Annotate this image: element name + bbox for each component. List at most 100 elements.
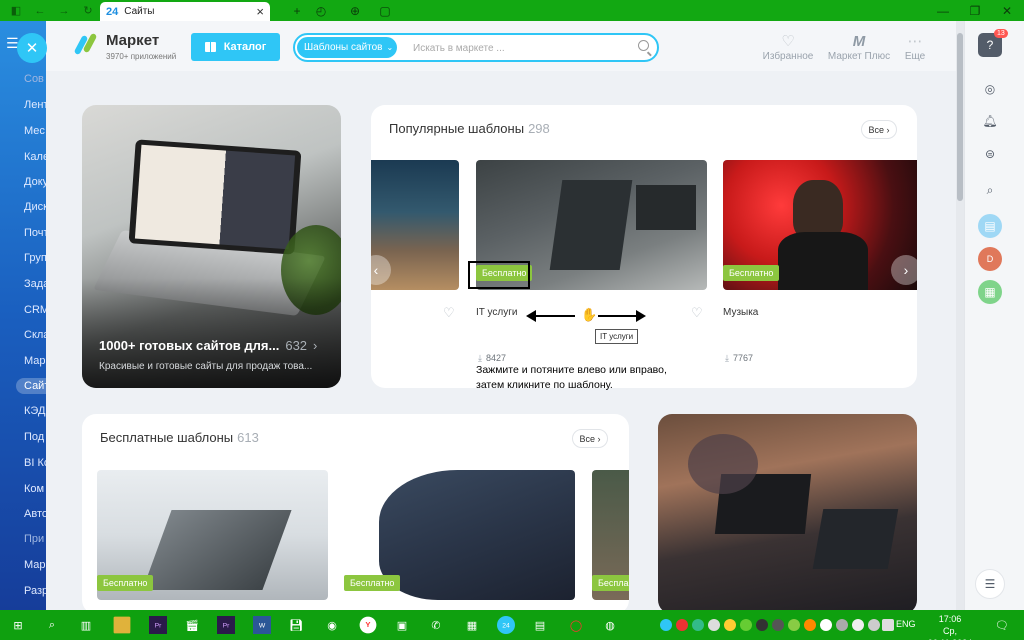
carousel-right-arrow[interactable]: › (891, 255, 917, 285)
template-thumb-partial[interactable]: Беспла (592, 470, 629, 600)
sidebar-item-5[interactable]: Диск (24, 201, 46, 213)
notes-icon[interactable]: ▦ (978, 280, 1002, 304)
close-slider-button[interactable]: ✕ (17, 33, 47, 63)
tray-icon-6[interactable] (772, 619, 784, 631)
sidebar-item-11[interactable]: Мар (24, 355, 46, 367)
sidebar-item-9[interactable]: CRM (24, 304, 46, 316)
sidebar-item-17[interactable]: Авто (24, 508, 46, 520)
tray-yandex-icon[interactable] (820, 619, 832, 631)
tray-icon-9[interactable] (836, 619, 848, 631)
taskbar-search-icon[interactable]: ⌕ (40, 613, 64, 637)
chat-icon[interactable]: ⊜ (978, 142, 1002, 166)
sidebar-item-16[interactable]: Ком (24, 483, 44, 495)
favorite-heart-icon[interactable]: ♡ (691, 305, 703, 321)
search-input[interactable] (413, 39, 633, 57)
premiere-icon[interactable]: Pr (149, 616, 167, 634)
tray-battery-icon[interactable] (868, 619, 880, 631)
sidebar-item-15[interactable]: BI Ко (24, 457, 46, 469)
tray-network-icon[interactable] (852, 619, 864, 631)
yandex-browser-icon[interactable]: Y (359, 616, 377, 634)
reload-icon[interactable]: ↻ (76, 0, 100, 21)
bell-icon[interactable]: 🔔︎ (978, 109, 1002, 133)
sidebar-item-1[interactable]: Лент (24, 99, 46, 111)
group-chat-icon[interactable]: ▤ (978, 214, 1002, 238)
template-thumb-architecture[interactable]: Бесплатно (97, 470, 328, 600)
sidebar-item-19[interactable]: Мар (24, 559, 46, 571)
favorites-button[interactable]: ♡ Избранное (760, 33, 816, 62)
bitrix24-taskbar-icon[interactable]: 24 (497, 616, 515, 634)
hero-banner-card[interactable]: 1000+ готовых сайтов для... 632 › Красивые… (82, 105, 341, 388)
close-window-button[interactable]: ✕ (992, 0, 1022, 21)
catalog-button[interactable]: Каталог (191, 33, 280, 61)
save-disk-icon[interactable]: 💾︎ (284, 613, 308, 637)
list-menu-icon[interactable]: ☰ (975, 569, 1005, 599)
search-filter-dropdown[interactable]: Шаблоны сайтов ⌄ (297, 37, 397, 58)
template-name-it[interactable]: IT услуги (476, 307, 517, 318)
notifications-icon[interactable]: 🗨︎ (990, 613, 1014, 637)
tab-close-icon[interactable]: × (256, 5, 264, 18)
app-icon-2[interactable]: ▦ (460, 613, 484, 637)
app-menu-icon[interactable]: ◧ (4, 0, 28, 21)
app-icon[interactable]: ▣ (390, 613, 414, 637)
tab-sites[interactable]: 24 Сайты × (100, 2, 270, 21)
market-scrollbar[interactable] (956, 21, 964, 610)
sidebar-item-14[interactable]: Под (24, 431, 44, 443)
app-icon-4[interactable]: ◍ (598, 613, 622, 637)
tray-icon-7[interactable] (788, 619, 800, 631)
task-view-icon[interactable]: ▥ (74, 613, 98, 637)
tray-icon-5[interactable] (756, 619, 768, 631)
sidebar-item-12[interactable]: Сайт (16, 378, 46, 394)
sidebar-item-0[interactable]: Сов (24, 73, 44, 85)
premiere-icon-2[interactable]: Pr (217, 616, 235, 634)
sidebar-item-6[interactable]: Почт (24, 227, 46, 239)
minimize-button[interactable]: — (928, 0, 958, 21)
avatar[interactable]: D (978, 247, 1002, 271)
window-tool-icon[interactable]: ▢ (370, 0, 400, 21)
template-name-music[interactable]: Музыка (723, 307, 758, 318)
clapperboard-icon[interactable]: 🎬︎ (180, 613, 204, 637)
tray-icon-1[interactable] (676, 619, 688, 631)
app-icon-3[interactable]: ▤ (528, 613, 552, 637)
sidebar-item-18[interactable]: При (24, 533, 44, 545)
activity-icon[interactable]: ◎ (978, 77, 1002, 101)
history-icon[interactable]: ◴ (306, 0, 336, 21)
language-indicator[interactable]: ENG (896, 619, 916, 629)
tray-icon-3[interactable] (724, 619, 736, 631)
scrollbar-thumb[interactable] (957, 33, 963, 201)
search-icon[interactable]: ⌕ (978, 178, 1002, 202)
sidebar-item-7[interactable]: Груп (24, 252, 46, 264)
promo-office-card[interactable] (658, 414, 917, 610)
template-thumb-music[interactable]: Бесплатно (723, 160, 917, 290)
sidebar-item-20[interactable]: Разр (24, 585, 46, 597)
tray-volume-icon[interactable] (882, 619, 894, 631)
opera-icon[interactable]: ◯ (564, 613, 588, 637)
tray-icon-4[interactable] (740, 619, 752, 631)
windows-start-icon[interactable]: ⊞ (6, 613, 30, 637)
clock[interactable]: 17:06 Ср, 06.11.2024 (920, 613, 980, 640)
market-plus-button[interactable]: M Маркет Плюс (826, 33, 892, 62)
restore-button[interactable]: ❐ (960, 0, 990, 21)
forward-icon[interactable]: → (52, 0, 76, 21)
tray-drive-icon[interactable] (692, 619, 704, 631)
more-button[interactable]: ⋯ Еще (898, 33, 932, 62)
search-icon[interactable] (638, 40, 649, 51)
zoom-icon[interactable]: ⊕ (340, 0, 370, 21)
sidebar-item-8[interactable]: Зада (24, 278, 46, 290)
template-thumb-coworking[interactable]: Бесплатно (344, 470, 575, 600)
sidebar-item-2[interactable]: Мес (24, 125, 45, 137)
free-all-button[interactable]: Все › (572, 429, 608, 448)
file-explorer-icon[interactable] (113, 616, 131, 634)
favorite-heart-icon[interactable]: ♡ (443, 305, 455, 321)
tray-bitrix-icon[interactable] (660, 619, 672, 631)
back-icon[interactable]: ← (28, 0, 52, 21)
media-icon[interactable]: ◉ (320, 613, 344, 637)
sidebar-item-4[interactable]: Доку (24, 176, 46, 188)
sidebar-item-10[interactable]: Скла (24, 329, 46, 341)
tray-icon-8[interactable] (804, 619, 816, 631)
sidebar-item-3[interactable]: Кале (24, 151, 46, 163)
sidebar-item-13[interactable]: КЭД (24, 405, 45, 417)
popular-all-button[interactable]: Все › (861, 120, 897, 139)
whatsapp-icon[interactable]: ✆ (424, 613, 448, 637)
tray-icon-2[interactable] (708, 619, 720, 631)
word-icon[interactable]: W (253, 616, 271, 634)
